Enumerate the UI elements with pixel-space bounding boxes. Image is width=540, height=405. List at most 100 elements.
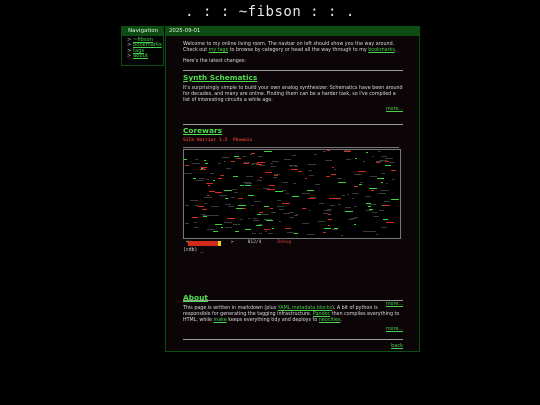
status-left: <	[186, 240, 189, 245]
core-cell	[254, 201, 261, 202]
my-tags-link[interactable]: my tags	[209, 48, 228, 53]
core-cell	[315, 184, 320, 185]
core-cell	[323, 232, 326, 233]
pandoc-link[interactable]: Pandoc	[313, 312, 330, 317]
core-cell	[207, 229, 215, 230]
core-cell	[345, 207, 351, 208]
core-cell	[257, 180, 262, 181]
core-cell	[391, 170, 396, 171]
core-cell	[324, 210, 331, 211]
core-cell	[290, 166, 292, 167]
post-title-about[interactable]: About	[183, 293, 403, 302]
core-cell	[335, 198, 341, 199]
core-cell	[253, 220, 258, 221]
core-cell	[345, 211, 353, 212]
core-cell	[376, 234, 378, 235]
core-cell	[270, 163, 273, 164]
navigation-panel: Navigation > ~fibson > bookmarks > tags …	[121, 26, 164, 66]
core-cell	[327, 209, 332, 210]
about-text: .	[340, 318, 342, 323]
post-title-synth-schematics[interactable]: Synth Schematics	[183, 73, 403, 82]
core-cell	[235, 231, 239, 232]
core-cell	[328, 225, 330, 226]
nav-item-about[interactable]: > about	[127, 53, 163, 59]
core-cell	[332, 229, 338, 230]
core-cell	[184, 159, 187, 160]
core-cell	[261, 214, 269, 215]
post-title-corewars[interactable]: Corewars	[183, 126, 403, 135]
core-cell	[381, 182, 383, 183]
core-cell	[291, 169, 298, 170]
core-cell	[245, 229, 251, 230]
core-cell	[292, 155, 296, 156]
core-cell	[235, 224, 240, 225]
intro-text: .	[394, 48, 397, 53]
core-cell	[314, 154, 317, 155]
neocities-link[interactable]: neocities	[319, 318, 341, 323]
core-cell	[384, 201, 390, 202]
core-cell	[259, 233, 262, 234]
latest-changes-text: Here's the latest changes:	[183, 59, 246, 64]
core-cell	[328, 214, 331, 215]
core-cell	[344, 151, 351, 152]
more-link[interactable]: more...	[386, 107, 403, 112]
debugger-prompt[interactable]: (cdb) _	[183, 248, 203, 254]
core-cell	[292, 196, 299, 197]
core-cell	[268, 233, 273, 234]
core-cell	[206, 183, 213, 184]
core-cell	[204, 197, 212, 198]
bookmarks-link[interactable]: bookmarks	[368, 48, 395, 53]
core-cell	[282, 182, 288, 183]
core-separator	[183, 147, 399, 148]
core-cell	[310, 197, 317, 198]
core-cell	[203, 215, 211, 216]
core-cell	[195, 159, 198, 160]
yaml-metadata-link[interactable]: YAML metadata blocks	[278, 306, 332, 311]
core-cell	[373, 216, 379, 217]
core-cell	[366, 210, 372, 211]
core-cell	[378, 151, 381, 152]
core-cell	[391, 199, 399, 200]
core-cell	[233, 176, 238, 177]
back-link[interactable]: back	[391, 343, 403, 349]
core-cell	[358, 171, 366, 172]
warrior-header: Silk Warrior 1.3 Phoenix	[183, 138, 403, 143]
core-cell	[240, 185, 244, 186]
core-cell	[376, 162, 380, 163]
core-cell	[363, 161, 365, 162]
core-cell	[273, 177, 277, 178]
core-cell	[369, 188, 377, 189]
core-cell	[259, 165, 265, 166]
core-cell	[294, 166, 298, 167]
core-cell	[287, 232, 294, 233]
core-cell	[245, 183, 252, 184]
core-cell	[302, 193, 310, 194]
core-cell	[341, 235, 343, 236]
core-cell	[309, 210, 311, 211]
post-corewars: Corewars Silk Warrior 1.3 Phoenix < >012/…	[183, 126, 403, 307]
core-cell	[381, 190, 389, 191]
core-cell	[298, 171, 302, 172]
about-text: This page is written in markdown (plus	[183, 306, 278, 311]
core-cell	[293, 183, 296, 184]
more-link[interactable]: more...	[386, 327, 403, 332]
core-cell	[386, 222, 394, 223]
core-cell	[200, 169, 206, 170]
core-cell	[285, 228, 291, 229]
core-cell	[277, 200, 281, 201]
core-cell	[279, 209, 284, 210]
nav-link-about[interactable]: about	[133, 53, 148, 59]
core-cell	[302, 208, 306, 209]
core-cell	[211, 215, 219, 216]
core-cell	[325, 160, 332, 161]
make-link[interactable]: make	[214, 318, 227, 323]
core-cell	[307, 234, 315, 235]
core-cell	[195, 205, 199, 206]
core-cell	[250, 154, 252, 155]
core-cell	[264, 229, 270, 230]
core-cell	[218, 178, 222, 179]
core-cell	[228, 206, 234, 207]
core-cell	[251, 153, 255, 154]
core-cell	[240, 219, 243, 220]
core-cell	[193, 178, 196, 179]
